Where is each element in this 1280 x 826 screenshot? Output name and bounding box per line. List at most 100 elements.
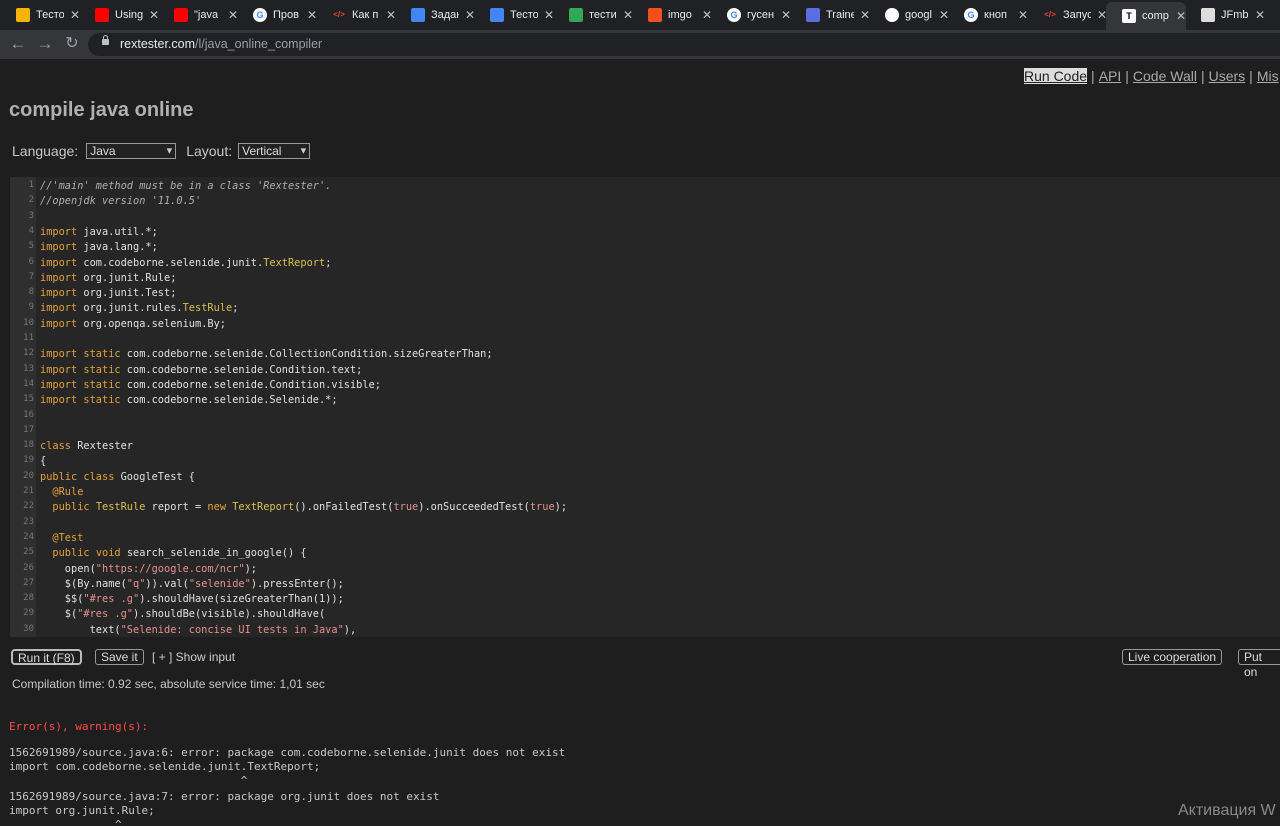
address-bar[interactable]: rextester.com/l/java_online_compiler xyxy=(88,33,1280,56)
browser-tab-strip: Тесто✕Using✕"java✕GПров✕</>Как п✕Задан✕Т… xyxy=(0,0,1280,30)
code-line: //openjdk version '11.0.5' xyxy=(40,195,202,208)
browser-tab-label: Запус xyxy=(1063,9,1091,21)
language-select[interactable]: Java xyxy=(86,143,177,159)
browser-tab[interactable]: Tcomp ✕ xyxy=(1106,2,1186,30)
code-wall-link[interactable]: Code Wall xyxy=(1133,68,1197,84)
layout-select[interactable]: Vertical xyxy=(238,143,311,159)
browser-tab[interactable]: Using ✕ xyxy=(79,3,159,27)
line-number: 15 xyxy=(23,394,34,405)
code-line: { xyxy=(40,455,47,468)
line-number: 1 xyxy=(28,180,34,190)
line-number: 6 xyxy=(28,256,34,267)
google-icon: G xyxy=(964,8,978,22)
browser-tab[interactable]: Тесто ✕ xyxy=(474,3,554,27)
trainer-icon xyxy=(806,8,820,22)
browser-tab[interactable]: Traine ✕ xyxy=(790,3,870,27)
code-line: $$("#res .g").shouldHave(sizeGreaterThan… xyxy=(40,593,344,606)
browser-tab-label: "java xyxy=(194,9,219,21)
google-docs-icon xyxy=(411,8,425,22)
output-line: import com.codeborne.selenide.junit.Text… xyxy=(9,760,321,773)
browser-tab[interactable]: JFmb ✕ xyxy=(1185,3,1265,27)
code-line: import org.junit.rules.TestRule; xyxy=(40,302,239,315)
browser-tab-label: comp xyxy=(1142,10,1169,22)
save-button[interactable]: Save it xyxy=(95,649,144,665)
line-number: 23 xyxy=(23,516,34,527)
layout-label: Layout: xyxy=(186,143,233,159)
reload-icon[interactable]: ↻ xyxy=(61,33,83,55)
code-line: public TestRule report = new TextReport(… xyxy=(52,501,568,514)
browser-tab-label: тести xyxy=(589,9,617,21)
browser-tab-label: Тесто xyxy=(36,9,64,21)
misc-link[interactable]: Mis xyxy=(1257,68,1279,84)
code-line: import static com.codeborne.selenide.Sel… xyxy=(40,394,338,407)
browser-tab[interactable]: "java ✕ xyxy=(158,3,238,27)
code-line: import org.junit.Test; xyxy=(40,287,177,300)
youtube-icon xyxy=(174,8,188,22)
forward-arrow-icon[interactable]: → xyxy=(34,33,56,55)
line-number: 18 xyxy=(23,440,34,451)
browser-tab[interactable]: G Пров ✕ xyxy=(237,3,317,27)
line-number: 8 xyxy=(28,287,34,298)
output-line: 1562691989/source.java:7: error: package… xyxy=(9,790,440,803)
line-number: 17 xyxy=(23,424,34,435)
api-link[interactable]: API xyxy=(1099,68,1122,84)
browser-tab[interactable]: Задан✕ xyxy=(395,3,475,27)
line-number: 3 xyxy=(28,210,34,221)
browser-tab-label: Задан xyxy=(431,9,459,21)
line-number: 29 xyxy=(23,608,34,619)
code-line: import java.lang.*; xyxy=(40,241,158,254)
browser-tab[interactable]: </> Как п ✕ xyxy=(316,3,396,27)
run-code-link[interactable]: Run Code xyxy=(1024,68,1088,84)
jb-icon xyxy=(1201,8,1215,22)
browser-tab[interactable]: googl ✕ xyxy=(869,3,949,27)
language-label: Language: xyxy=(12,143,79,159)
output-line: ^ xyxy=(9,774,248,787)
code-line: $(By.name("q")).val("selenide").pressEnt… xyxy=(40,577,344,590)
users-link[interactable]: Users xyxy=(1209,68,1246,84)
line-number: 14 xyxy=(23,378,34,389)
editor-options: Language: Java Layout: Vertical xyxy=(12,143,320,159)
close-tab-icon[interactable]: ✕ xyxy=(1255,8,1265,22)
browser-tab[interactable]: </> Запус ✕ xyxy=(1027,3,1107,27)
rextester-icon: T xyxy=(1122,9,1136,23)
put-on-button[interactable]: Put on xyxy=(1238,649,1280,679)
compilation-time: Compilation time: 0.92 sec, absolute ser… xyxy=(12,677,325,691)
code-line: import org.junit.Rule; xyxy=(40,271,177,284)
output-line: 1562691989/source.java:6: error: package… xyxy=(9,746,566,759)
code-line: import static com.codeborne.selenide.Col… xyxy=(40,348,493,361)
browser-tab-label: Пров xyxy=(273,9,299,21)
line-number: 20 xyxy=(23,470,34,481)
youtube-icon xyxy=(95,8,109,22)
line-number: 4 xyxy=(28,225,34,236)
line-number: 12 xyxy=(23,348,34,359)
line-number: 2 xyxy=(28,195,34,206)
line-number: 11 xyxy=(23,333,34,343)
browser-tab[interactable]: Тесто ✕ xyxy=(0,3,80,27)
browser-tab[interactable]: Gкноп ✕ xyxy=(948,3,1028,27)
code-line: open("https://google.com/ncr"); xyxy=(40,562,257,575)
line-number: 7 xyxy=(28,271,34,282)
page-content: Run Code | API | Code Wall | Users | Mis compile… xyxy=(0,59,1280,826)
line-number: 30 xyxy=(23,623,34,634)
browser-tab[interactable]: Gгусен ✕ xyxy=(711,3,791,27)
run-button[interactable]: Run it (F8) xyxy=(11,649,82,665)
line-number: 25 xyxy=(23,547,34,558)
browser-toolbar: ← → ↻ rextester.com/l/java_online_compil… xyxy=(0,30,1280,59)
windows-activation-watermark: Активация W xyxy=(1178,802,1276,819)
browser-tab[interactable]: imgo ✕ xyxy=(632,3,712,27)
line-number: 22 xyxy=(23,501,34,512)
code-line: import java.util.*; xyxy=(40,225,158,238)
code-line: public void search_selenide_in_google() … xyxy=(52,547,307,560)
google-icon: G xyxy=(727,8,741,22)
show-input-toggle[interactable]: [ + ] Show input xyxy=(152,650,235,664)
code-line: text("Selenide: concise UI tests in Java… xyxy=(40,623,357,636)
live-cooperation-button[interactable]: Live cooperation xyxy=(1122,649,1223,665)
browser-tab-label: кноп xyxy=(984,9,1007,21)
url-text: rextester.com/l/java_online_compiler xyxy=(120,37,323,51)
leaf-icon xyxy=(569,8,583,22)
code-editor[interactable]: 1 2 3 4 5 6 7 8 9 10 11 12 13 14 15 16 17 18 19 20 21 22 23 24 2… xyxy=(10,177,1280,637)
code-line: public class GoogleTest { xyxy=(40,470,195,483)
back-arrow-icon[interactable]: ← xyxy=(7,33,29,55)
browser-tab[interactable]: тести ✕ xyxy=(553,3,633,27)
browser-tab-label: Как п xyxy=(352,9,379,21)
